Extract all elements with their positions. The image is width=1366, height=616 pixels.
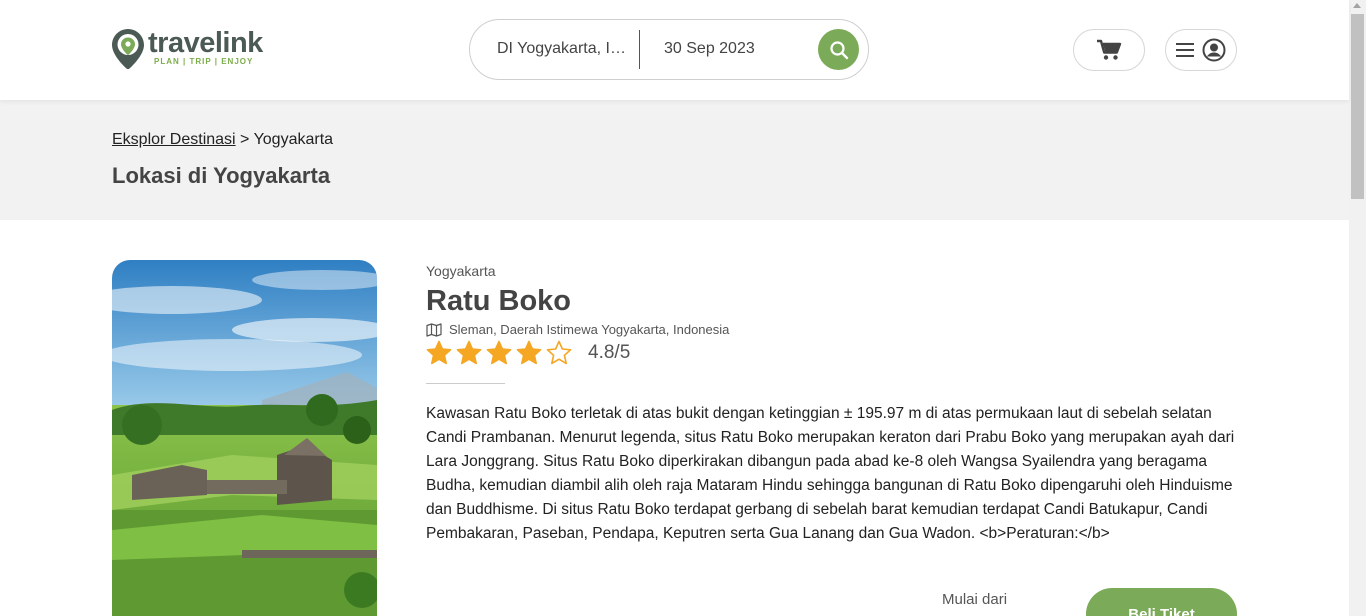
logo-tagline: PLAN | TRIP | ENJOY <box>154 57 254 66</box>
breadcrumb-current: Yogyakarta <box>253 131 334 148</box>
buy-ticket-button[interactable]: Beli Tiket <box>1086 588 1237 616</box>
destination-title: Ratu Boko <box>426 285 571 317</box>
star-empty-icon <box>546 340 572 365</box>
search-bar: DI Yogyakarta, Indonesia 30 Sep 2023 <box>469 19 869 80</box>
price-label: Mulai dari <box>942 591 1008 608</box>
header: travelink PLAN | TRIP | ENJOY DI Yogyaka… <box>0 0 1349 100</box>
cart-button[interactable] <box>1073 29 1145 71</box>
map-icon <box>426 322 442 337</box>
cart-icon <box>1097 39 1122 60</box>
logo-wordmark: travelink <box>148 27 263 59</box>
scrollbar[interactable] <box>1349 0 1366 616</box>
rating-value: 4.8/5 <box>588 342 631 363</box>
hamburger-icon <box>1176 43 1194 57</box>
search-button[interactable] <box>818 29 859 70</box>
star-filled-icon <box>456 340 482 365</box>
page: travelink PLAN | TRIP | ENJOY DI Yogyaka… <box>0 0 1366 616</box>
destination-address: Sleman, Daerah Istimewa Yogyakarta, Indo… <box>426 322 729 337</box>
search-divider <box>639 30 640 69</box>
destination-photo[interactable] <box>112 260 377 616</box>
star-filled-icon <box>426 340 452 365</box>
search-icon <box>829 40 848 59</box>
destination-region: Yogyakarta <box>426 263 496 279</box>
destination-description: Kawasan Ratu Boko terletak di atas bukit… <box>426 405 1235 542</box>
rating-stars <box>426 340 576 366</box>
breadcrumb-separator: > <box>235 131 254 148</box>
star-filled-icon <box>516 340 542 365</box>
divider <box>426 383 505 384</box>
scrollbar-thumb[interactable] <box>1351 14 1364 199</box>
page-title: Lokasi di Yogyakarta <box>112 163 331 188</box>
scroll-up-arrow-icon[interactable] <box>1353 3 1361 8</box>
page-banner: Eksplor Destinasi > Yogyakarta Lokasi di… <box>0 100 1349 220</box>
logo[interactable]: travelink PLAN | TRIP | ENJOY <box>111 28 263 70</box>
breadcrumb: Eksplor Destinasi > Yogyakarta <box>112 131 333 149</box>
location-field[interactable]: DI Yogyakarta, Indonesia <box>497 40 627 58</box>
account-menu-button[interactable] <box>1165 29 1237 71</box>
rating: 4.8/5 <box>426 340 630 366</box>
breadcrumb-link-explore[interactable]: Eksplor Destinasi <box>112 131 236 148</box>
logo-pin-icon <box>112 29 144 70</box>
destination-photo-image <box>112 260 377 616</box>
star-filled-icon <box>486 340 512 365</box>
user-icon <box>1202 38 1226 62</box>
address-text: Sleman, Daerah Istimewa Yogyakarta, Indo… <box>449 322 730 337</box>
date-field[interactable]: 30 Sep 2023 <box>664 40 755 58</box>
